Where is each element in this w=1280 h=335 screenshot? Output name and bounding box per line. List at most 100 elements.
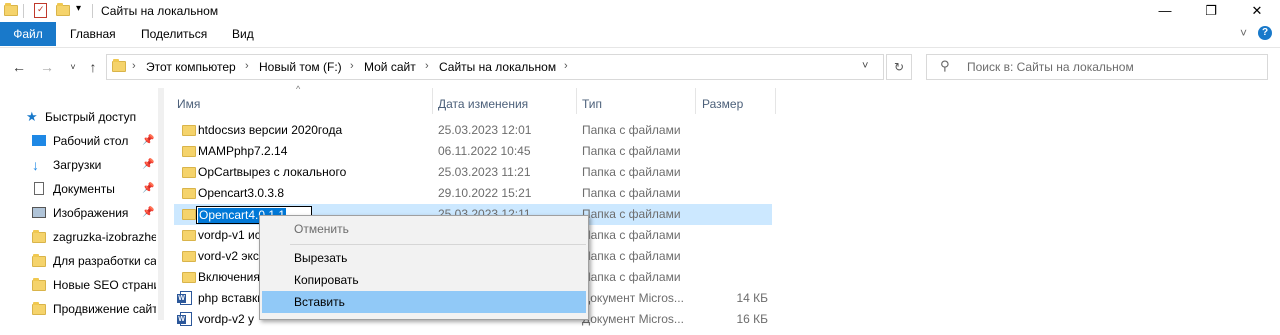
menu-item-label: Вырезать [294,251,348,265]
star-icon: ★ [26,109,38,124]
column-header-type[interactable]: Тип [582,94,602,114]
documents-icon [34,182,44,195]
nav-item-label: Изображения [53,206,129,220]
tab-home[interactable]: Главная [70,22,116,46]
file-name: vord-v2 экс [198,249,259,263]
nav-scrollbar[interactable] [158,88,164,320]
column-divider[interactable] [695,88,696,114]
column-divider[interactable] [576,88,577,114]
column-divider[interactable] [775,88,776,114]
close-button[interactable]: ✕ [1234,0,1280,22]
chevron-right-icon[interactable]: › [564,60,568,72]
new-folder-icon[interactable] [56,3,70,17]
menu-item-label: Вставить [294,295,345,309]
nav-item-folder[interactable]: Новые SEO страни [26,275,156,295]
file-name: htdocsиз версии 2020года [198,123,343,137]
recent-locations-button[interactable]: ˅ [64,58,82,76]
file-type: Папка с файлами [582,144,681,158]
file-type: Папка с файлами [582,165,681,179]
word-document-icon [177,312,192,326]
properties-icon[interactable]: ✓ [34,3,47,18]
customize-toolbar-icon[interactable]: ▾ [76,3,81,14]
nav-item-label: Быстрый доступ [45,110,137,124]
nav-item-downloads[interactable]: ↓ Загрузки 📌 [26,155,156,175]
breadcrumb-volume[interactable]: Новый том (F:) [259,60,342,74]
window-title: Сайты на локальном [101,4,219,18]
refresh-button[interactable]: ↻ [886,54,912,80]
menu-item-paste[interactable]: Вставить [262,291,586,313]
nav-item-desktop[interactable]: Рабочий стол 📌 [26,131,156,151]
tab-share[interactable]: Поделиться [141,22,207,46]
pin-icon: 📌 [142,135,155,146]
breadcrumb-current[interactable]: Сайты на локальном [439,60,556,74]
folder-icon [182,167,196,178]
nav-item-label: Документы [53,182,115,196]
menu-separator [290,244,586,245]
pictures-icon [32,207,46,218]
file-type: Документ Micros... [582,291,684,305]
menu-item-undo[interactable]: Отменить [262,218,586,240]
breadcrumb-this-pc[interactable]: Этот компьютер [146,60,236,74]
nav-item-folder[interactable]: zagruzka-izobrazhen [26,227,156,247]
column-header-date[interactable]: Дата изменения [438,94,528,114]
file-type: Папка с файлами [582,186,681,200]
chevron-right-icon[interactable]: › [132,60,136,72]
file-type: Папка с файлами [582,228,681,242]
file-date: 29.10.2022 15:21 [438,186,532,200]
menu-item-cut[interactable]: Вырезать [262,247,586,269]
folder-icon [182,188,196,199]
nav-item-label: Рабочий стол [53,134,129,148]
minimize-button[interactable]: — [1142,0,1188,22]
file-row[interactable]: Opencart3.0.3.8 29.10.2022 15:21 Папка с… [174,183,772,204]
nav-item-label: Для разработки са [53,254,156,268]
folder-icon [182,251,196,262]
column-header-size[interactable]: Размер [702,94,743,114]
nav-item-pictures[interactable]: Изображения 📌 [26,203,156,223]
file-name: OpCartвырез с локального [198,165,347,179]
chevron-right-icon[interactable]: › [245,60,249,72]
file-row[interactable]: MAMPphp7.2.14 06.11.2022 10:45 Папка с ф… [174,141,772,162]
chevron-right-icon[interactable]: › [425,60,429,72]
search-icon: ⚲ [940,58,950,73]
up-button[interactable]: ↑ [84,58,102,76]
file-name: MAMPphp7.2.14 [198,144,288,158]
back-button[interactable]: ← [10,58,28,76]
tab-file[interactable]: Файл [0,22,56,46]
forward-button[interactable]: → [38,58,56,76]
sort-ascending-icon: ^ [296,84,301,94]
folder-icon [182,146,196,157]
maximize-button[interactable]: ❐ [1188,0,1234,22]
nav-item-label: zagruzka-izobrazhen [53,230,156,244]
file-type: Папка с файлами [582,123,681,137]
menu-item-label: Отменить [294,222,349,236]
chevron-down-icon[interactable]: ˅ [862,60,868,72]
nav-item-folder[interactable]: Для разработки са [26,251,156,271]
pin-icon: 📌 [142,207,155,218]
folder-icon [4,3,18,17]
nav-item-folder[interactable]: Продвижение сайт [26,299,156,319]
breadcrumb-my-site[interactable]: Мой сайт [364,60,416,74]
file-type: Папка с файлами [582,249,681,263]
menu-item-copy[interactable]: Копировать [262,269,586,291]
tab-view[interactable]: Вид [232,22,254,46]
column-divider[interactable] [432,88,433,114]
folder-icon [182,125,196,136]
expand-ribbon-icon[interactable]: ˅ [1240,26,1247,40]
column-header-name[interactable]: Имя [177,94,200,114]
menu-item-next[interactable] [262,313,586,335]
menu-item-label: Копировать [294,273,359,287]
context-menu: Отменить Вырезать Копировать Вставить [259,215,589,320]
file-name: Opencart3.0.3.8 [198,186,285,200]
chevron-right-icon[interactable]: › [350,60,354,72]
file-date: 25.03.2023 11:21 [438,165,531,179]
nav-item-label: Продвижение сайт [53,302,156,316]
nav-item-documents[interactable]: Документы 📌 [26,179,156,199]
file-row[interactable]: OpCartвырез с локального 25.03.2023 11:2… [174,162,772,183]
file-date: 06.11.2022 10:45 [438,144,531,158]
help-icon[interactable]: ? [1258,26,1272,40]
file-row[interactable]: htdocsиз версии 2020года 25.03.2023 12:0… [174,120,772,141]
file-type: Папка с файлами [582,270,681,284]
nav-item-quick-access[interactable]: ★ Быстрый доступ [26,107,156,127]
search-placeholder: Поиск в: Сайты на локальном [967,60,1134,74]
file-name: vordp-v1 ис [198,228,261,242]
